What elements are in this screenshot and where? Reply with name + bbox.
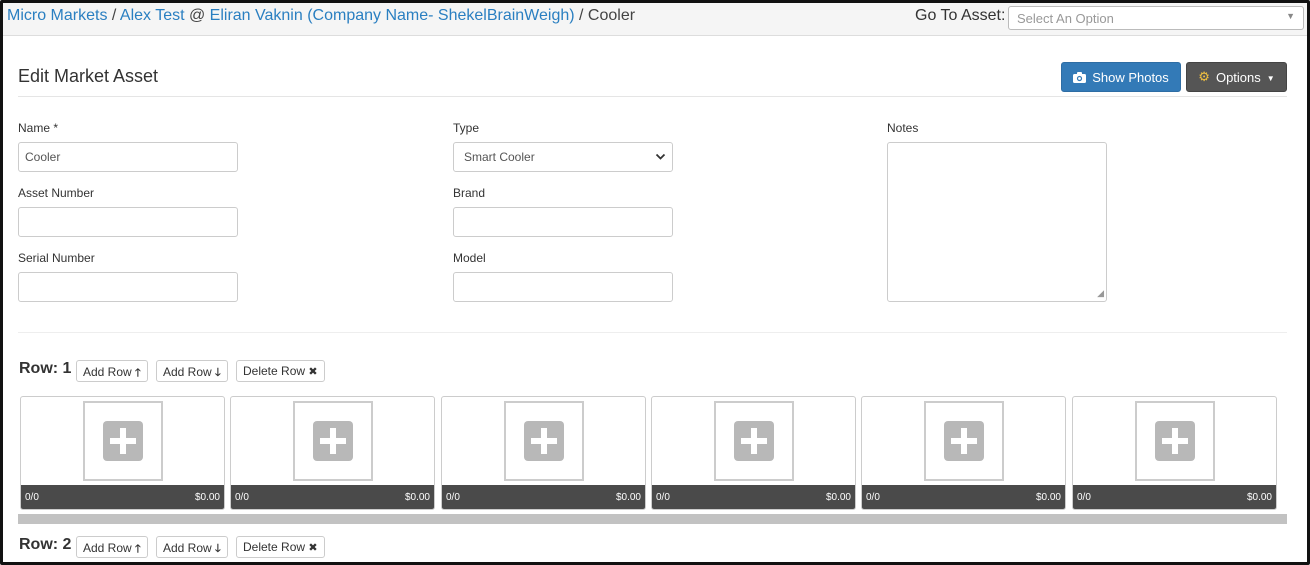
slot-footer: 0/0 $0.00 xyxy=(231,485,434,509)
add-product-image[interactable] xyxy=(504,401,584,481)
slot-card[interactable]: 0/0 $0.00 xyxy=(1072,396,1277,510)
serial-number-input[interactable] xyxy=(18,272,238,302)
options-label: Options xyxy=(1215,69,1261,85)
show-photos-button[interactable]: Show Photos xyxy=(1061,62,1181,92)
row-1-label: Row: 1 xyxy=(19,360,72,377)
add-row-below-label: Add Row xyxy=(163,365,212,379)
asset-number-label: Asset Number xyxy=(18,186,95,200)
breadcrumb-at: @ xyxy=(184,7,210,24)
delete-row-label: Delete Row xyxy=(243,364,306,378)
arrow-up-icon: 🡑 xyxy=(135,543,141,555)
slot-footer: 0/0 $0.00 xyxy=(442,485,645,509)
asset-number-input[interactable] xyxy=(18,207,238,237)
notes-label: Notes xyxy=(887,121,919,135)
page-title: Edit Market Asset xyxy=(18,66,159,86)
breadcrumb-separator: / xyxy=(574,7,588,24)
breadcrumb-micro-markets[interactable]: Micro Markets xyxy=(7,7,107,24)
goto-asset-select[interactable]: Select An Option ▼ xyxy=(1008,6,1304,30)
resize-handle-icon[interactable]: ◢ xyxy=(1097,288,1104,299)
gears-icon: ⚙ xyxy=(1198,69,1210,84)
plus-icon xyxy=(524,421,564,461)
section-divider xyxy=(18,332,1287,333)
notes-textarea[interactable]: ◢ xyxy=(887,142,1107,302)
brand-input[interactable] xyxy=(453,207,673,237)
times-icon: ✖ xyxy=(308,366,318,378)
camera-icon xyxy=(1073,71,1087,83)
add-product-image[interactable] xyxy=(293,401,373,481)
breadcrumb: Micro Markets / Alex Test @ Eliran Vakni… xyxy=(7,7,635,25)
add-row-below-button[interactable]: Add Row 🡓 xyxy=(156,360,228,382)
slot-price: $0.00 xyxy=(1246,491,1272,503)
slot-count: 0/0 xyxy=(235,491,249,503)
title-divider xyxy=(18,96,1287,97)
plus-icon xyxy=(1155,421,1195,461)
slot-price: $0.00 xyxy=(194,491,220,503)
options-button[interactable]: ⚙ Options ▼ xyxy=(1186,62,1287,92)
slot-count: 0/0 xyxy=(866,491,880,503)
slot-price: $0.00 xyxy=(825,491,851,503)
row-2-label: Row: 2 xyxy=(19,536,72,553)
plus-icon xyxy=(103,421,143,461)
arrow-down-icon: 🡓 xyxy=(215,367,221,379)
slot-card[interactable]: 0/0 $0.00 xyxy=(20,396,225,510)
row-scrollbar[interactable] xyxy=(18,514,1287,524)
times-icon: ✖ xyxy=(308,542,318,554)
type-select[interactable]: Smart Cooler xyxy=(453,142,673,172)
add-row-below-button[interactable]: Add Row 🡓 xyxy=(156,536,228,558)
delete-row-label: Delete Row xyxy=(243,540,306,554)
slot-count: 0/0 xyxy=(446,491,460,503)
add-row-above-button[interactable]: Add Row 🡑 xyxy=(76,536,148,558)
name-input[interactable]: Cooler xyxy=(18,142,238,172)
breadcrumb-separator: / xyxy=(107,7,120,24)
chevron-down-icon: ▼ xyxy=(1286,11,1295,21)
model-label: Model xyxy=(453,251,486,265)
plus-icon xyxy=(313,421,353,461)
chevron-down-icon xyxy=(655,153,666,160)
serial-number-label: Serial Number xyxy=(18,251,95,265)
add-product-image[interactable] xyxy=(924,401,1004,481)
app-frame: Micro Markets / Alex Test @ Eliran Vakni… xyxy=(0,0,1310,565)
slot-card[interactable]: 0/0 $0.00 xyxy=(861,396,1066,510)
breadcrumb-current: Cooler xyxy=(587,7,636,24)
model-input[interactable] xyxy=(453,272,673,302)
add-row-above-button[interactable]: Add Row 🡑 xyxy=(76,360,148,382)
slot-footer: 0/0 $0.00 xyxy=(652,485,855,509)
show-photos-label: Show Photos xyxy=(1092,69,1169,85)
arrow-up-icon: 🡑 xyxy=(135,367,141,379)
slot-price: $0.00 xyxy=(404,491,430,503)
slot-footer: 0/0 $0.00 xyxy=(862,485,1065,509)
add-row-below-label: Add Row xyxy=(163,541,212,555)
caret-down-icon: ▼ xyxy=(1266,74,1275,83)
slot-count: 0/0 xyxy=(1077,491,1091,503)
breadcrumb-company[interactable]: Eliran Vaknin (Company Name- ShekelBrain… xyxy=(210,7,575,24)
add-product-image[interactable] xyxy=(83,401,163,481)
breadcrumb-alex-test[interactable]: Alex Test xyxy=(120,7,185,24)
arrow-down-icon: 🡓 xyxy=(215,543,221,555)
top-bar: Micro Markets / Alex Test @ Eliran Vakni… xyxy=(3,3,1307,36)
add-row-above-label: Add Row xyxy=(83,365,132,379)
slot-price: $0.00 xyxy=(615,491,641,503)
slot-footer: 0/0 $0.00 xyxy=(21,485,224,509)
type-label: Type xyxy=(453,121,480,135)
slot-card[interactable]: 0/0 $0.00 xyxy=(651,396,856,510)
delete-row-button[interactable]: Delete Row ✖ xyxy=(236,536,325,558)
goto-asset-label: Go To Asset: xyxy=(915,7,1006,24)
add-row-above-label: Add Row xyxy=(83,541,132,555)
brand-label: Brand xyxy=(453,186,486,200)
add-product-image[interactable] xyxy=(1135,401,1215,481)
slot-footer: 0/0 $0.00 xyxy=(1073,485,1276,509)
slot-card[interactable]: 0/0 $0.00 xyxy=(230,396,435,510)
type-select-value: Smart Cooler xyxy=(464,150,535,164)
slot-count: 0/0 xyxy=(25,491,39,503)
plus-icon xyxy=(944,421,984,461)
plus-icon xyxy=(734,421,774,461)
slot-count: 0/0 xyxy=(656,491,670,503)
delete-row-button[interactable]: Delete Row ✖ xyxy=(236,360,325,382)
goto-asset-placeholder: Select An Option xyxy=(1017,11,1114,26)
name-label: Name * xyxy=(18,121,59,135)
add-product-image[interactable] xyxy=(714,401,794,481)
slot-card[interactable]: 0/0 $0.00 xyxy=(441,396,646,510)
slot-price: $0.00 xyxy=(1035,491,1061,503)
